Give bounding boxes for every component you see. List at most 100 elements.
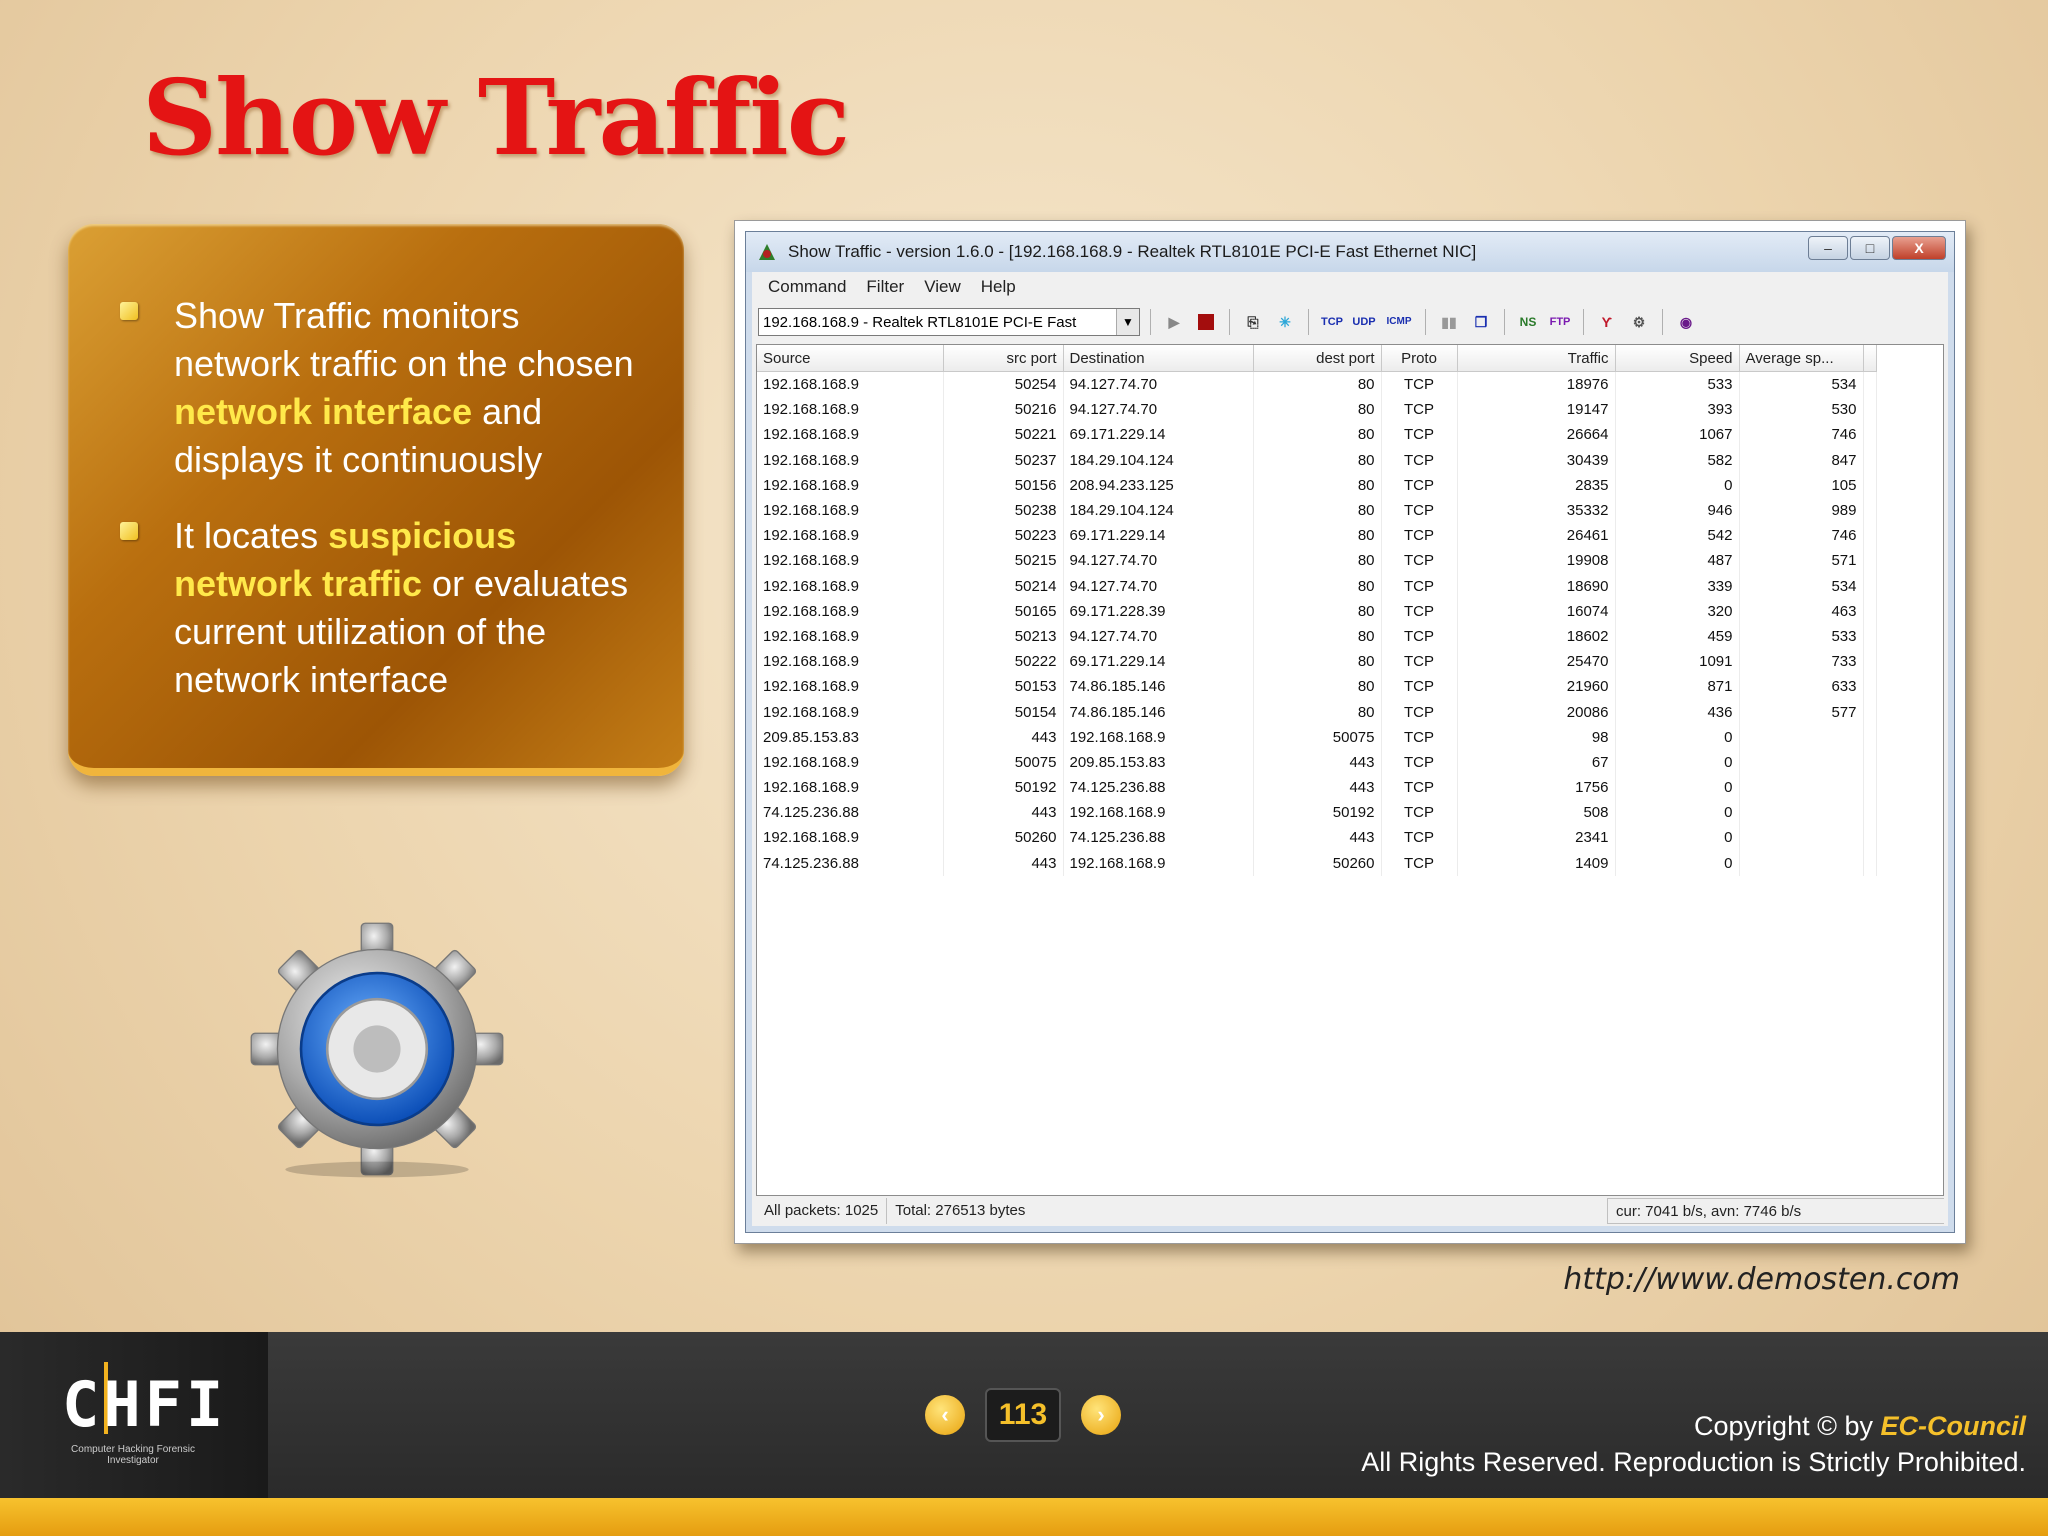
column-header-traffic[interactable]: Traffic xyxy=(1457,345,1616,372)
window-frame: Show Traffic - version 1.6.0 - [192.168.… xyxy=(745,231,1955,1233)
table-row[interactable]: 192.168.168.9 50156 208.94.233.125 80 TCP 283… xyxy=(757,472,1877,498)
column-header-proto[interactable]: Proto xyxy=(1381,345,1458,372)
chevron-down-icon[interactable]: ▼ xyxy=(1116,309,1139,335)
bullet-marker-icon xyxy=(120,522,138,540)
table-cell: 443 xyxy=(1253,825,1382,851)
table-row[interactable]: 192.168.168.9 50254 94.127.74.70 80 TCP 18976… xyxy=(757,371,1877,398)
table-cell: 0 xyxy=(1615,850,1740,876)
table-cell: 459 xyxy=(1615,623,1740,650)
menu-view[interactable]: View xyxy=(914,277,971,297)
table-row[interactable]: 192.168.168.9 50260 74.125.236.88 443 TCP 234… xyxy=(757,825,1877,851)
table-cell: 633 xyxy=(1739,674,1864,700)
table-cell-empty xyxy=(1863,447,1877,473)
table-row[interactable]: 192.168.168.9 50237 184.29.104.124 80 TCP 304… xyxy=(757,447,1877,473)
column-header-destination[interactable]: Destination xyxy=(1063,345,1254,372)
sparkle-icon[interactable]: ✳ xyxy=(1272,309,1298,335)
table-cell: 443 xyxy=(1253,749,1382,775)
title-bar[interactable]: Show Traffic - version 1.6.0 - [192.168.… xyxy=(746,232,1954,272)
table-cell: 871 xyxy=(1615,674,1740,700)
table-row[interactable]: 192.168.168.9 50075 209.85.153.83 443 TCP 67 0 xyxy=(757,749,1877,775)
column-header-src-port[interactable]: src port xyxy=(943,345,1064,372)
column-header-average-speed[interactable]: Average sp... xyxy=(1739,345,1864,372)
settings-icon[interactable]: ⚙ xyxy=(1626,309,1652,335)
table-cell: 192.168.168.9 xyxy=(757,371,944,398)
source-url[interactable]: http://www.demosten.com xyxy=(1563,1262,1960,1297)
maximize-button[interactable]: □ xyxy=(1850,236,1890,260)
table-cell: 80 xyxy=(1253,623,1382,650)
table-cell: 35332 xyxy=(1457,497,1616,524)
table-row[interactable]: 74.125.236.88 443 192.168.168.9 50260 TCP 140… xyxy=(757,850,1877,876)
table-row[interactable]: 192.168.168.9 50165 69.171.228.39 80 TCP 1607… xyxy=(757,598,1877,624)
ftp-button[interactable]: FTP xyxy=(1547,309,1573,335)
udp-filter-button[interactable]: UDP xyxy=(1351,309,1377,335)
bar-chart-icon[interactable]: ▮▮ xyxy=(1436,309,1462,335)
table-row[interactable]: 192.168.168.9 50238 184.29.104.124 80 TCP 353… xyxy=(757,497,1877,524)
table-row[interactable]: 209.85.153.83 443 192.168.168.9 50075 TCP 98 0 xyxy=(757,724,1877,750)
table-cell-empty xyxy=(1863,548,1877,574)
tcp-filter-button[interactable]: TCP xyxy=(1319,309,1345,335)
table-row[interactable]: 192.168.168.9 50216 94.127.74.70 80 TCP 19147… xyxy=(757,397,1877,423)
table-row[interactable]: 192.168.168.9 50221 69.171.229.14 80 TCP 2666… xyxy=(757,422,1877,448)
table-cell: TCP xyxy=(1381,825,1458,851)
table-cell: 192.168.168.9 xyxy=(757,523,944,549)
play-icon[interactable]: ▶ xyxy=(1161,309,1187,335)
table-cell: TCP xyxy=(1381,573,1458,599)
table-cell xyxy=(1739,800,1864,826)
table-cell: 50238 xyxy=(943,497,1064,524)
table-cell: 50075 xyxy=(1253,724,1382,750)
table-cell: 393 xyxy=(1615,397,1740,423)
table-cell: 0 xyxy=(1615,800,1740,826)
table-row[interactable]: 192.168.168.9 50213 94.127.74.70 80 TCP 18602… xyxy=(757,623,1877,650)
table-cell: 69.171.228.39 xyxy=(1063,598,1254,624)
table-cell-empty xyxy=(1863,699,1877,725)
column-header-dest-port[interactable]: dest port xyxy=(1253,345,1382,372)
table-row[interactable]: 192.168.168.9 50154 74.86.185.146 80 TCP 2008… xyxy=(757,699,1877,725)
table-cell: 50156 xyxy=(943,472,1064,498)
minimize-button[interactable]: – xyxy=(1808,236,1848,260)
column-header-source[interactable]: Source xyxy=(757,345,944,372)
prev-slide-button[interactable]: ‹ xyxy=(925,1395,965,1435)
table-cell: 50213 xyxy=(943,623,1064,650)
window-icon[interactable]: ❐ xyxy=(1468,309,1494,335)
table-row[interactable]: 192.168.168.9 50222 69.171.229.14 80 TCP 2547… xyxy=(757,649,1877,675)
menu-help[interactable]: Help xyxy=(971,277,1026,297)
table-cell: 26664 xyxy=(1457,422,1616,448)
highlight-text: network interface xyxy=(174,391,473,432)
table-row[interactable]: 192.168.168.9 50192 74.125.236.88 443 TCP 175… xyxy=(757,775,1877,801)
table-row[interactable]: 192.168.168.9 50214 94.127.74.70 80 TCP 18690… xyxy=(757,573,1877,599)
table-row[interactable]: 74.125.236.88 443 192.168.168.9 50192 TCP 508… xyxy=(757,800,1877,826)
slide-navigation: ‹ 113 › xyxy=(925,1388,1121,1442)
interface-select[interactable]: 192.168.168.9 - Realtek RTL8101E PCI-E F… xyxy=(758,308,1140,336)
status-packets: All packets: 1025 xyxy=(756,1198,888,1224)
column-header-speed[interactable]: Speed xyxy=(1615,345,1740,372)
table-cell: 50222 xyxy=(943,649,1064,675)
table-cell: 1067 xyxy=(1615,422,1740,448)
close-button[interactable]: X xyxy=(1892,236,1946,260)
logo: CHFI Computer Hacking Forensic Investiga… xyxy=(0,1332,268,1498)
table-cell: 192.168.168.9 xyxy=(757,825,944,851)
table-row[interactable]: 192.168.168.9 50223 69.171.229.14 80 TCP 2646… xyxy=(757,523,1877,549)
about-icon[interactable]: ◉ xyxy=(1673,309,1699,335)
filter-icon[interactable]: Ƴ xyxy=(1594,309,1620,335)
table-cell: 192.168.168.9 xyxy=(757,775,944,801)
ns-button[interactable]: NS xyxy=(1515,309,1541,335)
next-slide-button[interactable]: › xyxy=(1081,1395,1121,1435)
icmp-filter-button[interactable]: ICMP xyxy=(1383,309,1415,335)
table-row[interactable]: 192.168.168.9 50215 94.127.74.70 80 TCP 19908… xyxy=(757,548,1877,574)
status-rate: cur: 7041 b/s, avn: 7746 b/s xyxy=(1607,1198,1944,1224)
table-cell: 436 xyxy=(1615,699,1740,725)
traffic-table[interactable]: Source src port Destination dest port Pr… xyxy=(756,344,1944,1196)
table-cell-empty xyxy=(1863,649,1877,675)
clear-icon[interactable]: ⎘ xyxy=(1240,309,1266,335)
table-cell: 533 xyxy=(1739,623,1864,650)
menu-filter[interactable]: Filter xyxy=(856,277,914,297)
table-cell-empty xyxy=(1863,397,1877,423)
table-cell: TCP xyxy=(1381,724,1458,750)
stop-icon[interactable] xyxy=(1193,309,1219,335)
table-cell: 2341 xyxy=(1457,825,1616,851)
menu-command[interactable]: Command xyxy=(758,277,856,297)
table-cell: 18602 xyxy=(1457,623,1616,650)
table-cell: 746 xyxy=(1739,523,1864,549)
table-row[interactable]: 192.168.168.9 50153 74.86.185.146 80 TCP 2196… xyxy=(757,674,1877,700)
table-cell: 192.168.168.9 xyxy=(757,749,944,775)
